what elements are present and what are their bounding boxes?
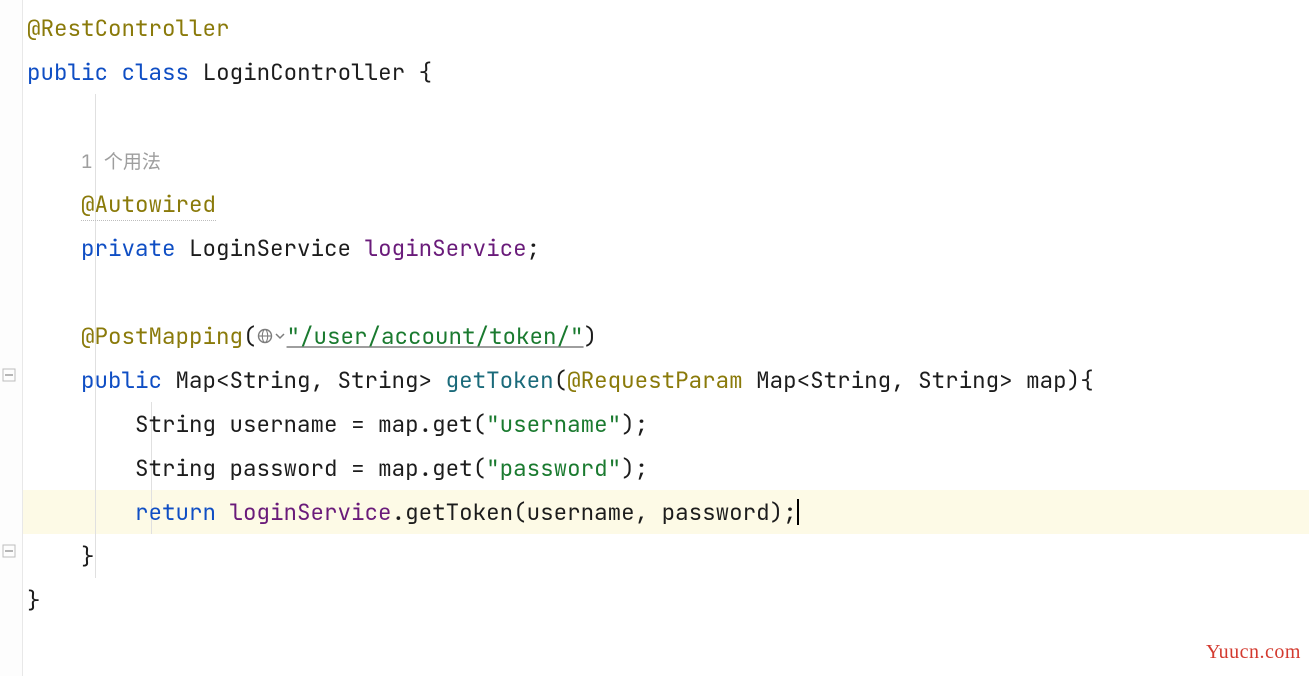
punct: } [81, 541, 95, 571]
punct: ( [473, 453, 487, 483]
code-line[interactable] [27, 270, 1094, 314]
code-line[interactable] [27, 94, 1094, 138]
annotation: @Autowired [81, 189, 216, 221]
punct: ) [621, 453, 635, 483]
punct: ( [554, 365, 568, 395]
watermark: Yuucn.com [1206, 641, 1301, 664]
code-line[interactable]: private LoginService loginService; [27, 226, 1094, 270]
punct: ) [1067, 365, 1081, 395]
chevron-down-icon[interactable] [275, 331, 285, 341]
var: username [230, 409, 338, 439]
annotation: @RequestParam [567, 365, 743, 395]
fold-close-icon[interactable] [2, 544, 16, 558]
keyword: class [122, 57, 190, 87]
punct: ; [635, 409, 649, 439]
gutter [0, 0, 23, 676]
annotation: @PostMapping [81, 321, 243, 351]
punct: ; [635, 453, 649, 483]
op: = [351, 409, 365, 439]
code-area[interactable]: @RestController public class LoginContro… [23, 0, 1094, 676]
arg: username [527, 497, 635, 527]
code-line[interactable]: 1 个用法 [27, 138, 1094, 182]
code-line[interactable]: } [27, 578, 1094, 622]
punct: . [392, 497, 406, 527]
type: String [135, 453, 216, 483]
code-line[interactable]: } [27, 534, 1094, 578]
arg: password [662, 497, 770, 527]
text-caret [797, 499, 799, 525]
punct: ) [621, 409, 635, 439]
var: password [230, 453, 338, 483]
class-name: LoginController [203, 57, 406, 87]
punct: ) [770, 497, 784, 527]
param: map [1026, 365, 1067, 395]
punct: ( [513, 497, 527, 527]
code-line[interactable]: @Autowired [27, 182, 1094, 226]
annotation: @RestController [27, 13, 230, 43]
punct: { [1080, 365, 1094, 395]
web-request-icon[interactable] [257, 328, 273, 344]
code-line[interactable]: String password = map.get("password"); [27, 446, 1094, 490]
punct: ( [243, 321, 257, 351]
code-line[interactable]: String username = map.get("username"); [27, 402, 1094, 446]
inlay-hint-usages[interactable]: 1 个用法 [81, 149, 161, 174]
code-line[interactable]: public Map<String, String> getToken(@Req… [27, 358, 1094, 402]
method-call: get [432, 409, 473, 439]
code-editor[interactable]: @RestController public class LoginContro… [0, 0, 1309, 676]
var: map [378, 453, 419, 483]
code-line[interactable]: public class LoginController { [27, 50, 1094, 94]
string: "password" [486, 453, 621, 483]
type: LoginService [189, 233, 351, 263]
type: String [135, 409, 216, 439]
type: Map<String, String> [176, 365, 433, 395]
keyword: private [81, 233, 176, 263]
type: Map<String, String> [756, 365, 1013, 395]
method-call: get [432, 453, 473, 483]
punct: ) [584, 321, 598, 351]
code-line[interactable]: @PostMapping( "/user/account/token/") [27, 314, 1094, 358]
var: map [378, 409, 419, 439]
punct: } [27, 585, 41, 615]
string: "username" [486, 409, 621, 439]
punct: ( [473, 409, 487, 439]
op: = [351, 453, 365, 483]
method-call: getToken [405, 497, 513, 527]
fold-open-icon[interactable] [2, 368, 16, 382]
code-line-active[interactable]: return loginService.getToken(username, p… [27, 490, 1094, 534]
keyword: return [135, 497, 216, 527]
punct: ; [527, 233, 541, 263]
code-line[interactable]: @RestController [27, 6, 1094, 50]
method-name: getToken [446, 365, 554, 395]
punct: , [635, 497, 649, 527]
punct: { [419, 57, 433, 87]
punct: ; [783, 497, 797, 527]
field: loginService [230, 497, 392, 527]
punct: . [419, 409, 433, 439]
field: loginService [365, 233, 527, 263]
punct: . [419, 453, 433, 483]
keyword: public [81, 365, 162, 395]
keyword: public [27, 57, 108, 87]
mapping-url[interactable]: "/user/account/token/" [287, 321, 584, 351]
